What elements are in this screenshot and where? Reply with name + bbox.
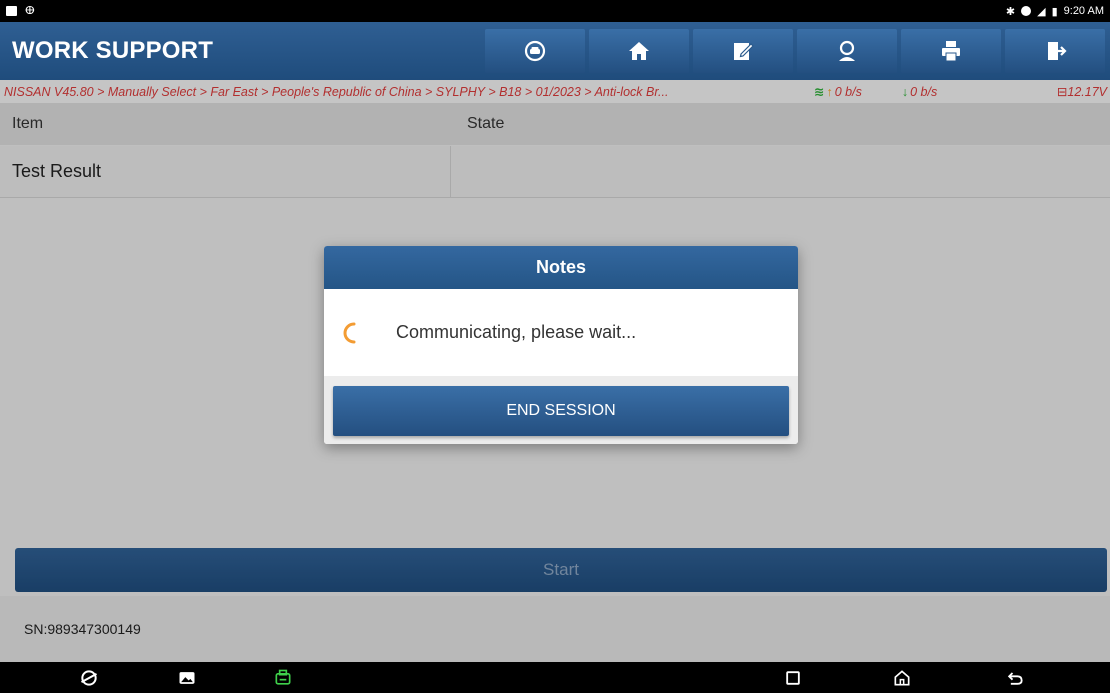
dialog-message: Communicating, please wait... [396, 322, 637, 342]
navigation-bar [0, 662, 1110, 693]
gallery-notification-icon [6, 6, 17, 16]
car-diagnostic-icon [524, 40, 546, 62]
recents-icon[interactable] [782, 667, 804, 689]
end-session-button[interactable]: END SESSION [333, 386, 789, 436]
dialog-body: Communicating, please wait... [324, 289, 798, 376]
diagnostic-button[interactable] [485, 29, 585, 73]
loading-spinner-icon [343, 322, 356, 343]
dialog-title: Notes [324, 246, 798, 289]
home-button[interactable] [589, 29, 689, 73]
report-button[interactable] [693, 29, 793, 73]
gallery-icon[interactable] [176, 667, 198, 689]
vci-icon[interactable] [272, 667, 294, 689]
home-icon [629, 42, 649, 60]
bluetooth-icon: ✱ [1005, 5, 1016, 18]
status-time: 9:20 AM [1063, 5, 1104, 17]
report-edit-icon [734, 43, 754, 60]
browser-icon[interactable] [78, 667, 100, 689]
usb-debug-icon: ⴲ [25, 5, 35, 17]
app-header: WORK SUPPORT [0, 22, 1110, 80]
status-bar: ⴲ ✱ ◢ ▮ 9:20 AM [0, 0, 1110, 22]
do-not-disturb-icon [1021, 6, 1032, 16]
notes-dialog: Notes Communicating, please wait... END … [324, 246, 798, 444]
home-nav-icon[interactable] [891, 667, 913, 689]
print-button[interactable] [901, 29, 1001, 73]
signal-icon: ◢ [1037, 5, 1046, 18]
support-person-icon [839, 40, 855, 61]
support-button[interactable] [797, 29, 897, 73]
print-icon [942, 41, 960, 62]
dialog-footer: END SESSION [324, 376, 798, 444]
back-icon[interactable] [1004, 667, 1026, 689]
battery-icon: ▮ [1051, 5, 1058, 18]
exit-icon [1048, 42, 1067, 60]
page-title: WORK SUPPORT [12, 37, 214, 64]
exit-button[interactable] [1005, 29, 1105, 73]
